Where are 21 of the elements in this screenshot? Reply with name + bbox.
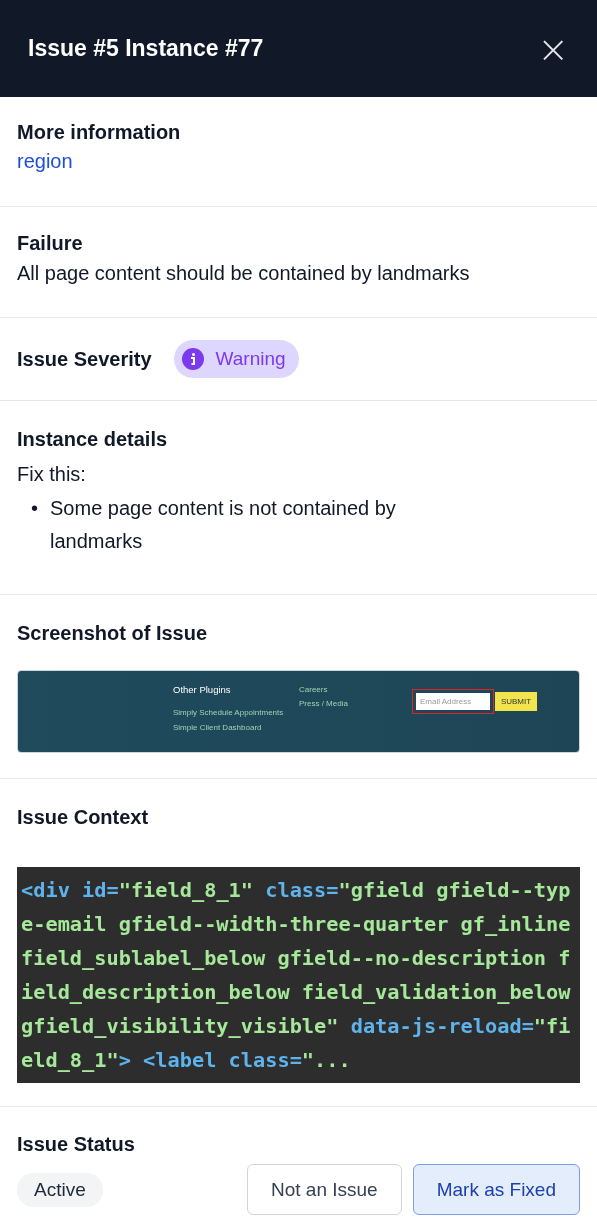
rule-link[interactable]: region xyxy=(17,150,73,173)
code-block: <div id="field_8_1" class="gfield gfield--type-email gfield--width-three-quarter gf_inline field_sublabel_below gfield--no-description field_description_below field_validation_below gfield_visibility_visible" data-js-reload="field_8_1"> <label class="... xyxy=(17,867,580,1083)
panel-title: Issue #5 Instance #77 xyxy=(28,35,264,62)
severity-badge: Warning xyxy=(173,340,299,378)
info-icon xyxy=(181,348,204,370)
section-heading: Failure xyxy=(17,232,84,255)
fix-label: Fix this: xyxy=(17,463,87,486)
email-field: Email Address xyxy=(416,693,490,710)
fix-item: Some page content is not contained by landmarks xyxy=(50,496,397,554)
failure-text: All page content should be contained by landmarks xyxy=(17,262,471,285)
bullet: • xyxy=(31,496,38,521)
status-button[interactable]: Mark as Fixed xyxy=(412,1164,580,1215)
section-heading: Issue Context xyxy=(17,806,150,829)
section-heading: Instance details xyxy=(17,428,169,451)
section-heading: Issue Status xyxy=(17,1133,136,1156)
section-heading: Issue Severity xyxy=(17,347,152,371)
footer-heading: Other Plugins xyxy=(173,684,232,695)
status-button[interactable]: Not an Issue xyxy=(247,1164,402,1215)
status-pill: Active xyxy=(17,1172,103,1207)
section-heading: More information xyxy=(17,121,181,144)
section-heading: Screenshot of Issue xyxy=(17,622,209,645)
